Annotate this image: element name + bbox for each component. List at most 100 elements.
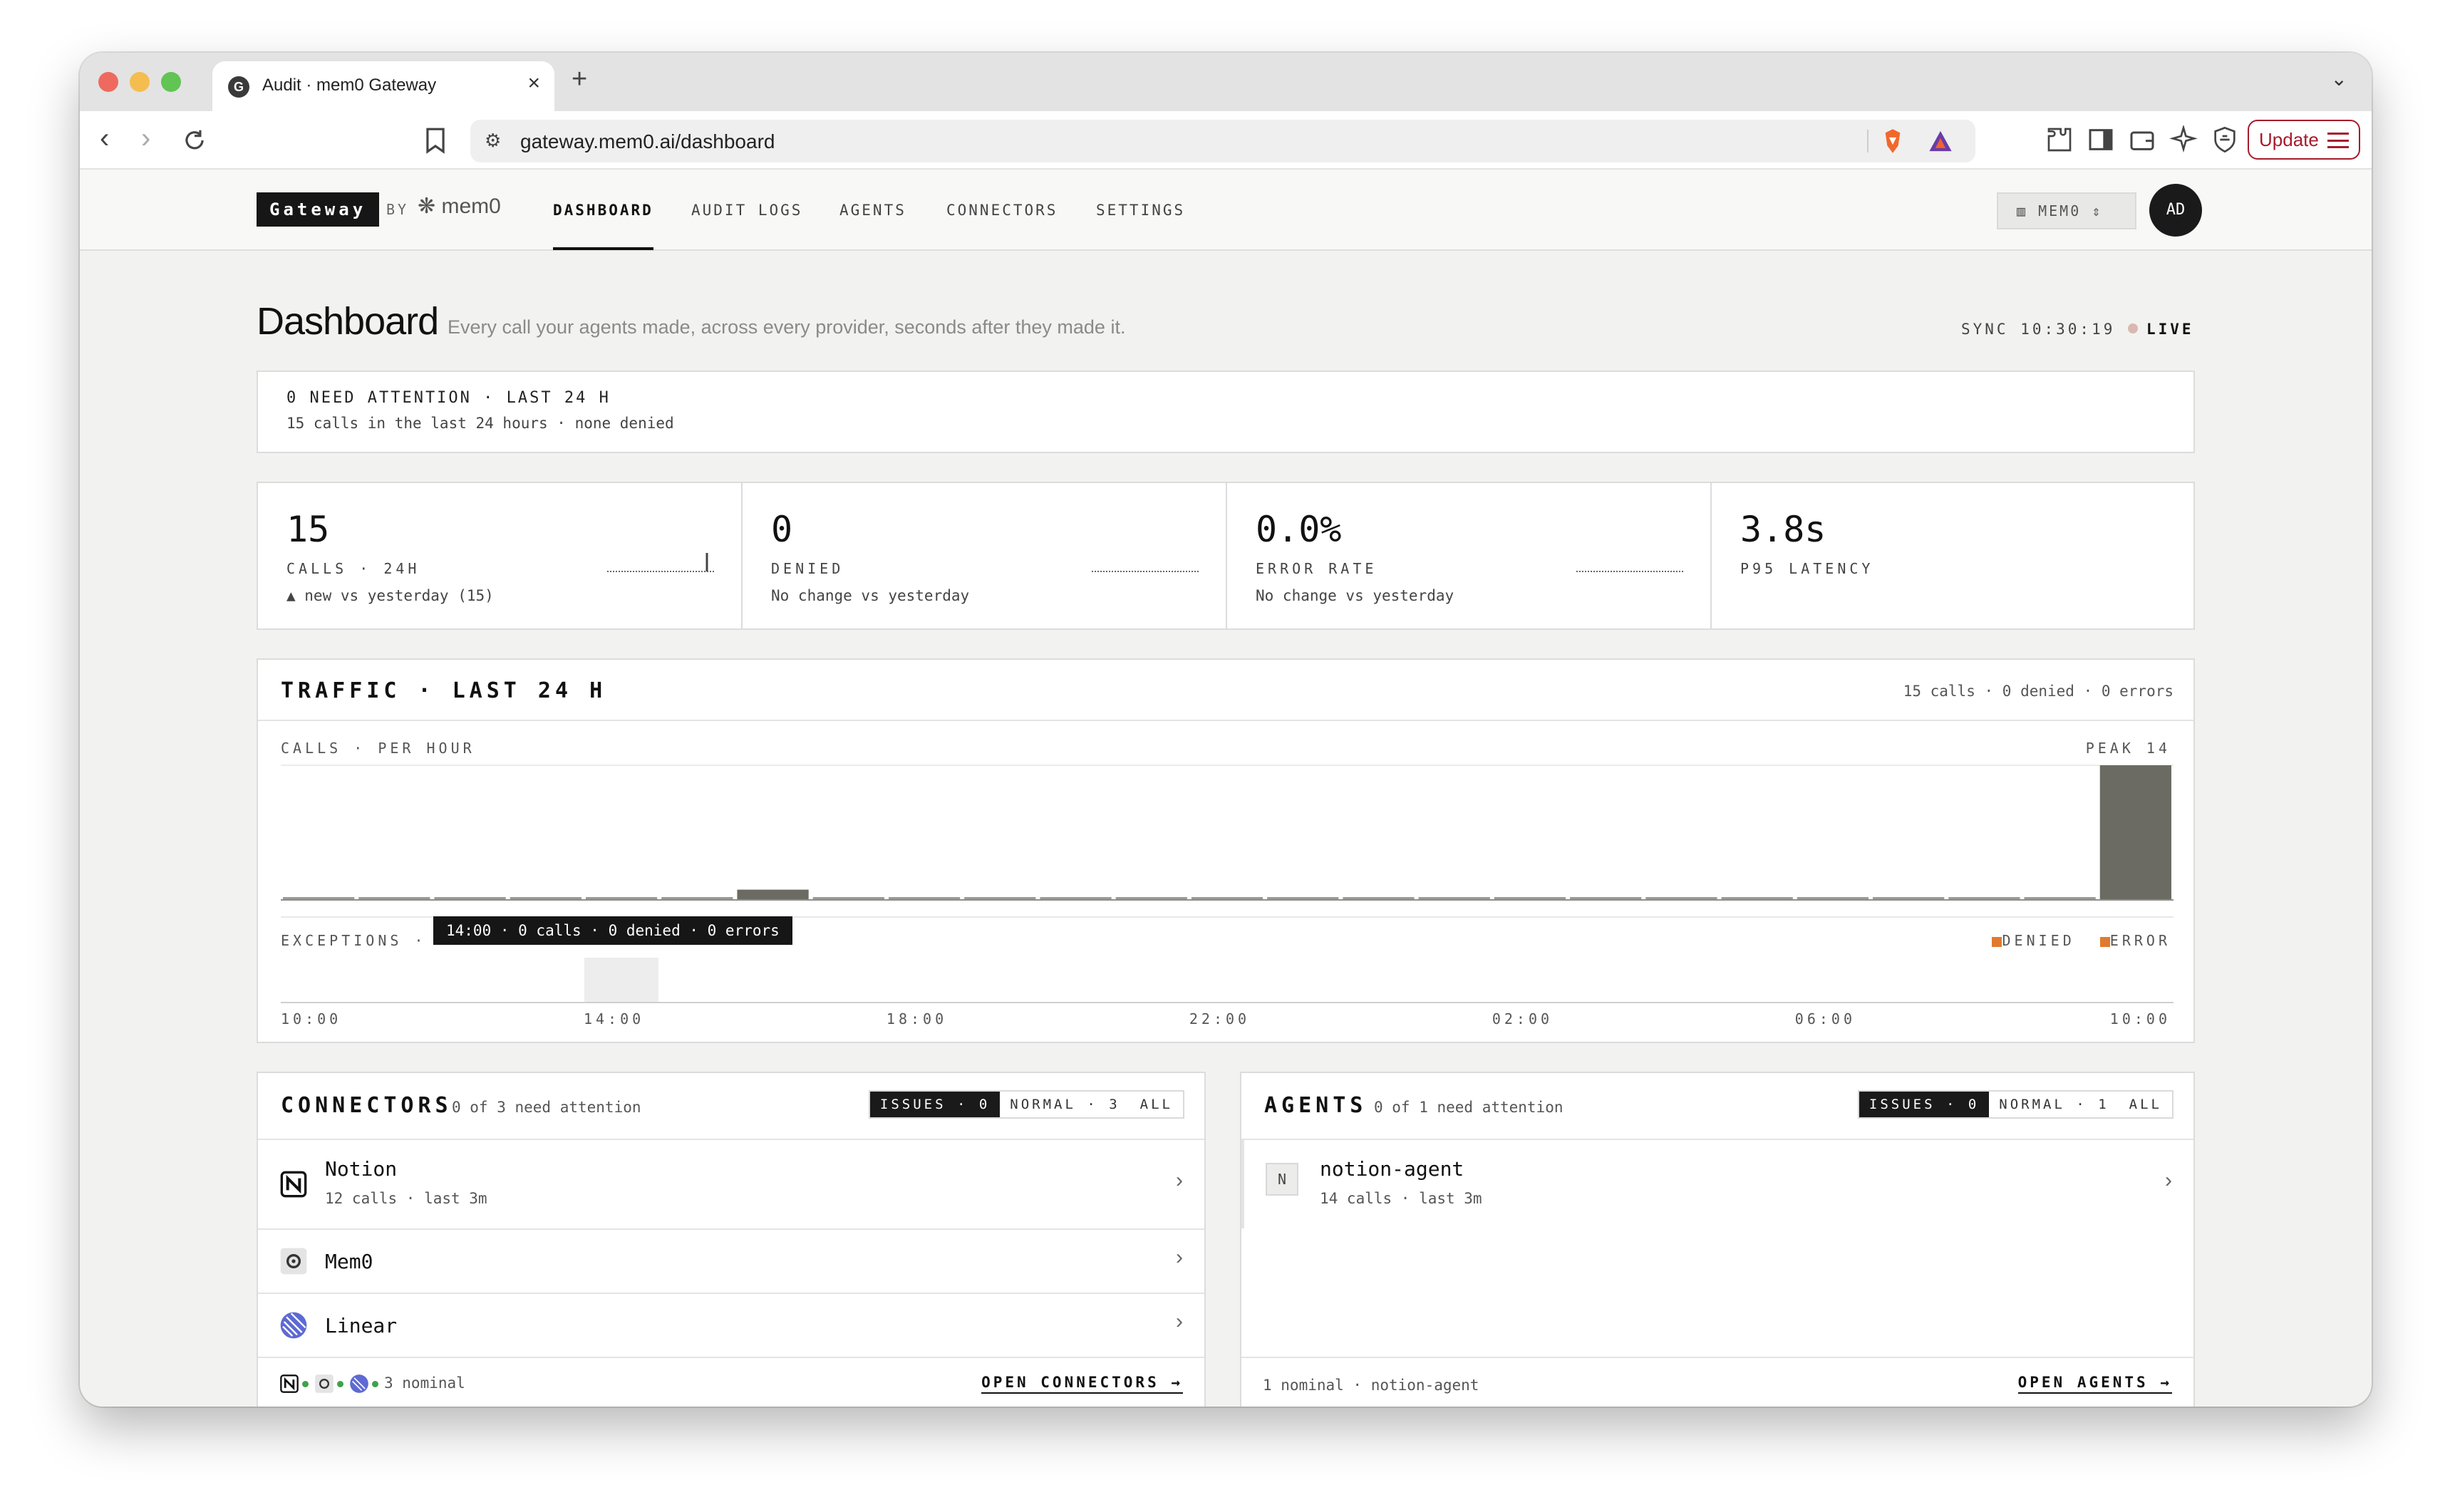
vpn-icon[interactable] [2211, 125, 2239, 154]
bar-24[interactable] [2099, 765, 2171, 899]
nav-dashboard[interactable]: DASHBOARD [553, 202, 653, 250]
nav-settings[interactable]: SETTINGS [1096, 202, 1185, 219]
bar-4[interactable] [585, 897, 658, 899]
filter-all[interactable]: ALL [2119, 1092, 2172, 1117]
brand-logo[interactable]: Gateway [257, 192, 380, 227]
bar-13[interactable] [1267, 897, 1339, 899]
connector-row-notion[interactable]: Notion 12 calls · last 3m › [258, 1139, 1204, 1228]
bar-9[interactable] [964, 897, 1036, 899]
bar-19[interactable] [1721, 897, 1793, 899]
divider [258, 720, 2193, 721]
notion-icon [280, 1374, 299, 1393]
update-button[interactable]: Update [2248, 120, 2360, 160]
divider [1867, 130, 1868, 152]
brand-by: BY [386, 201, 410, 218]
maximize-window-button[interactable] [161, 72, 181, 92]
org-selector[interactable]: ▥ MEM0 ⇕ [1997, 192, 2136, 229]
traffic-summary: 15 calls · 0 denied · 0 errors [1903, 683, 2174, 700]
reload-icon[interactable] [181, 127, 208, 154]
bar-22[interactable] [1948, 897, 2020, 899]
bar-5[interactable] [661, 897, 733, 899]
bar-21[interactable] [1873, 897, 1945, 899]
browser-toolbar: ‹ › ⚙ gateway.mem0.ai/dashboard Update [80, 111, 2372, 170]
stat-value: 0.0% [1256, 509, 1342, 550]
bar-20[interactable] [1797, 897, 1869, 899]
stat-latency: 3.8s P95 LATENCY [1712, 483, 2196, 628]
bar-6[interactable] [737, 889, 809, 899]
agent-name: notion-agent [1320, 1157, 1464, 1181]
connector-name: Notion [325, 1157, 398, 1181]
x-tick-label: 14:00 [583, 1010, 645, 1027]
x-tick-label: 10:00 [2109, 1010, 2171, 1027]
bar-8[interactable] [888, 897, 961, 899]
sidebar-icon[interactable] [2087, 125, 2115, 154]
url-text[interactable]: gateway.mem0.ai/dashboard [520, 130, 775, 153]
minimize-window-button[interactable] [130, 72, 150, 92]
exception-hover-column[interactable] [584, 958, 658, 1002]
agent-row[interactable]: N notion-agent 14 calls · last 3m › [1241, 1139, 2193, 1228]
close-tab-icon[interactable]: × [527, 71, 540, 95]
bar-17[interactable] [1570, 897, 1642, 899]
extensions-icon[interactable] [2045, 125, 2074, 154]
bookmark-icon[interactable] [423, 127, 448, 154]
app-navbar: Gateway BY ❋ mem0 DASHBOARD AUDIT LOGS A… [80, 170, 2372, 251]
connector-row-linear[interactable]: Linear › [258, 1293, 1204, 1357]
stat-denied: 0 DENIED No change vs yesterday [743, 483, 1227, 628]
open-connectors-link[interactable]: OPEN CONNECTORS → [981, 1374, 1183, 1394]
stat-label: CALLS · 24H [286, 560, 420, 577]
bar-15[interactable] [1418, 897, 1490, 899]
bar-18[interactable] [1645, 897, 1717, 899]
bar-14[interactable] [1343, 897, 1415, 899]
leo-ai-icon[interactable] [2169, 125, 2198, 154]
open-agents-link[interactable]: OPEN AGENTS → [2017, 1374, 2172, 1394]
connector-meta: 12 calls · last 3m [325, 1190, 487, 1207]
bar-2[interactable] [434, 897, 506, 899]
chevron-updown-icon: ⇕ [2092, 202, 2103, 219]
connector-row-mem0[interactable]: Mem0 › [258, 1228, 1204, 1293]
chevron-right-icon: › [1176, 1246, 1183, 1269]
bar-12[interactable] [1191, 897, 1263, 899]
bar-10[interactable] [1040, 897, 1112, 899]
filter-normal[interactable]: NORMAL · 1 [1989, 1092, 2119, 1117]
bar-0[interactable] [283, 897, 355, 899]
new-tab-icon[interactable]: + [572, 64, 587, 95]
live-indicator [2128, 323, 2138, 333]
traffic-bar-chart[interactable] [281, 764, 2174, 902]
tab-strip: G Audit · mem0 Gateway × + ⌄ [80, 53, 2372, 111]
filter-issues[interactable]: ISSUES · 0 [869, 1092, 1001, 1117]
bar-11[interactable] [1115, 897, 1187, 899]
avatar[interactable]: AD [2149, 184, 2202, 237]
agent-badge: N [1266, 1163, 1298, 1196]
mem0-logo: ❋ mem0 [418, 194, 501, 219]
chevron-right-icon: › [2165, 1169, 2172, 1192]
brave-shields-icon[interactable] [1881, 128, 1904, 154]
filter-all[interactable]: ALL [1130, 1092, 1183, 1117]
nav-agents[interactable]: AGENTS [839, 202, 906, 219]
page-subtitle: Every call your agents made, across ever… [448, 316, 1126, 338]
nav-audit-logs[interactable]: AUDIT LOGS [691, 202, 802, 219]
bar-23[interactable] [2024, 897, 2096, 899]
forward-icon[interactable]: › [141, 123, 150, 155]
x-tick-label: 06:00 [1794, 1010, 1856, 1027]
bar-3[interactable] [510, 897, 582, 899]
close-window-button[interactable] [98, 72, 118, 92]
brave-rewards-icon[interactable] [1928, 130, 1953, 152]
back-icon[interactable]: ‹ [100, 123, 109, 155]
building-icon: ▥ [2017, 202, 2028, 219]
chevron-down-icon[interactable]: ⌄ [2331, 67, 2347, 90]
address-bar[interactable]: ⚙ gateway.mem0.ai/dashboard [470, 120, 1975, 162]
bar-7[interactable] [812, 897, 884, 899]
site-settings-icon[interactable]: ⚙ [485, 130, 501, 152]
status-dot [302, 1380, 309, 1387]
browser-tab[interactable]: G Audit · mem0 Gateway × [212, 61, 554, 111]
legend-error-swatch [2099, 936, 2110, 947]
filter-issues[interactable]: ISSUES · 0 [1859, 1092, 1990, 1117]
nav-connectors[interactable]: CONNECTORS [946, 202, 1058, 219]
filter-normal[interactable]: NORMAL · 3 [1000, 1092, 1130, 1117]
connectors-subtitle: 0 of 3 need attention [452, 1099, 641, 1116]
wallet-icon[interactable] [2128, 125, 2156, 154]
bar-1[interactable] [358, 897, 430, 899]
connectors-filter: ISSUES · 0 NORMAL · 3 ALL [868, 1090, 1184, 1119]
bar-16[interactable] [1494, 897, 1566, 899]
status-dot [337, 1380, 343, 1387]
